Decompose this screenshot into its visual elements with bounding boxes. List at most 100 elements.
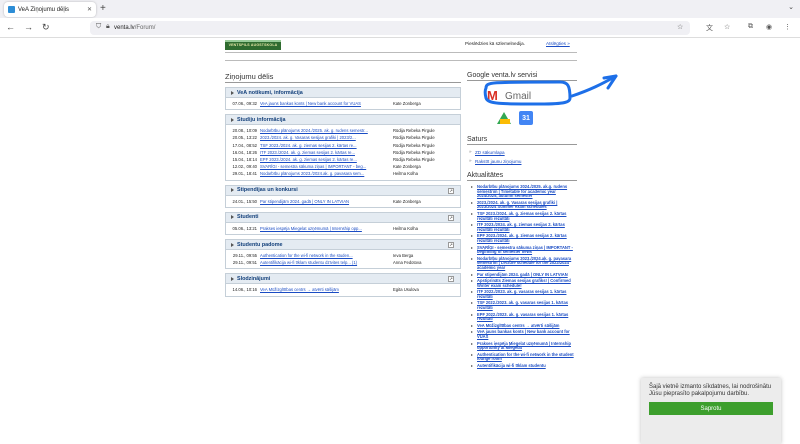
news-link[interactable]: TSF 2023./2024. ak. g. ziemas sesijas 2.… bbox=[467, 211, 577, 222]
tab-active[interactable]: VeA Ziņojumu dēļis ✕ bbox=[4, 2, 96, 17]
board-title: Ziņojumu dēlis bbox=[225, 72, 461, 83]
triangle-icon bbox=[231, 276, 234, 281]
post-title-link[interactable]: VeA jauns bankas konts | New bank accoun… bbox=[260, 101, 390, 106]
news-link[interactable]: Par stipendijām 2024. gadā | ONLY IN LAT… bbox=[467, 272, 577, 279]
news-link[interactable]: ITF 2023./2024. ak. g. ziemas sesijas 2.… bbox=[467, 222, 577, 233]
news-link[interactable]: SVARĪGI - semestra sākuma ziņas | IMPORT… bbox=[467, 245, 577, 256]
logout-link[interactable]: Atslēgties » bbox=[546, 41, 570, 46]
menu-icon[interactable]: ⋮ bbox=[784, 23, 791, 31]
news-link[interactable]: VeA Mūžizglītības centrs → atvērti sāšij… bbox=[467, 323, 577, 330]
post-author: Egita Usulova bbox=[393, 287, 419, 293]
news-link[interactable]: ITF 2022./2023. ak. g. vasaras sesijas 1… bbox=[467, 289, 577, 300]
table-row: 20.08., 10:09 Nodarbību plānojums 2024./2… bbox=[226, 127, 460, 134]
rss-icon[interactable]: ↗ bbox=[448, 242, 454, 249]
rss-icon[interactable]: ↗ bbox=[448, 276, 454, 283]
rss-icon[interactable]: ↗ bbox=[448, 187, 454, 194]
post-date: 20.05., 13:22 bbox=[232, 135, 257, 141]
post-date: 14.06., 10:16 bbox=[232, 287, 257, 293]
post-title-link[interactable]: Authentication for the wi-fi network in … bbox=[260, 253, 390, 258]
google-calendar-icon[interactable]: 31 bbox=[519, 111, 533, 125]
panel-heading-label: Slodzinājumi bbox=[237, 275, 271, 282]
reload-icon[interactable]: ↻ bbox=[42, 22, 50, 33]
post-date: 12.02., 09:40 bbox=[232, 164, 257, 170]
post-author: Heilīna Kolha bbox=[393, 225, 418, 231]
cookie-accept-button[interactable]: Saprotu bbox=[649, 402, 773, 415]
news-link[interactable]: Nodarbību plānojums 2023./2024.ak. g. pa… bbox=[467, 256, 577, 272]
news-link[interactable]: Authentication for the wi-fi network in … bbox=[467, 352, 577, 363]
url-host: venta.lv bbox=[114, 25, 135, 31]
post-title-link[interactable]: 2023./2024. ak. g. Vasaras sesijas grafi… bbox=[260, 135, 390, 140]
panel-heading-label: Studenti bbox=[237, 214, 259, 221]
post-title-link[interactable]: VeA Mūžizglītības centrs → atvērti sāšij… bbox=[260, 287, 390, 292]
table-row: 14.06., 10:16 VeA Mūžizglītības centrs → … bbox=[226, 286, 460, 293]
panel-body: 29.11., 09:55 Authentication for the wi-f… bbox=[226, 250, 460, 268]
star-icon[interactable]: ☆ bbox=[677, 23, 683, 31]
sidebar: Google venta.lv servisi Gmail 31 Saturs … bbox=[467, 72, 577, 370]
panel-body: 07.06., 09:32 VeA jauns bankas konts | Ne… bbox=[226, 98, 460, 109]
bookmark-icon[interactable]: ☆ bbox=[724, 23, 730, 31]
panel-heading[interactable]: Studenti ↗ bbox=[226, 212, 460, 223]
gmail-link[interactable]: Gmail bbox=[467, 84, 577, 108]
saturs-list: ZD sākumlapaRakstīt jaunu ziņojumu bbox=[467, 148, 577, 166]
panel-heading[interactable]: Slodzinājumi ↗ bbox=[226, 274, 460, 285]
news-link[interactable]: Autentifikācija wi-fi tīklam studentu bbox=[467, 363, 577, 370]
panel-heading[interactable]: Studiju informācija bbox=[226, 115, 460, 126]
post-title-link[interactable]: Nodarbību plānojums 2024./2025. ak. g. r… bbox=[260, 128, 390, 133]
post-title-link[interactable]: Nodarbību plānojums 2023./2024.ak. g. pa… bbox=[260, 171, 390, 176]
shield-icon[interactable]: ⛉ bbox=[96, 23, 101, 31]
translate-icon[interactable]: 文 bbox=[706, 23, 713, 33]
news-link[interactable]: VeA jauns bankas konts | New bank accoun… bbox=[467, 329, 577, 340]
extensions-icon[interactable]: ⧉ bbox=[748, 23, 753, 31]
post-title-link[interactable]: TSF 2023./2024. ak. g. ziemas sesijas 2.… bbox=[260, 143, 390, 148]
saturs-link[interactable]: Rakstīt jaunu ziņojumu bbox=[467, 157, 577, 166]
chevron-down-icon[interactable]: ⌄ bbox=[788, 3, 794, 11]
post-title-link[interactable]: Par stipendijām 2024. gadā | ONLY IN LAT… bbox=[260, 199, 390, 204]
cookie-message: Šajā vietnē izmanto sīkdatnes, lai nodro… bbox=[649, 384, 772, 397]
post-title-link[interactable]: EPF 2023./2024. ak. g. ziemas sesijas 2.… bbox=[260, 157, 390, 162]
news-link[interactable]: EPF 2022./2023. ak. g. vasaras sesijas 1… bbox=[467, 312, 577, 323]
triangle-icon bbox=[231, 117, 234, 122]
table-row: 24.01., 15:50 Par stipendijām 2024. gadā … bbox=[226, 198, 460, 205]
site-logo[interactable]: VENTSPILS AUGSTSKOLA bbox=[225, 40, 281, 50]
panel-heading[interactable]: Studentu padome ↗ bbox=[226, 240, 460, 251]
panel-heading-label: Studiju informācija bbox=[237, 116, 286, 123]
news-link[interactable]: TSF 2022./2023. ak. g. vasaras sesijas 1… bbox=[467, 300, 577, 311]
plus-icon[interactable]: + bbox=[100, 3, 106, 14]
header-divider-2 bbox=[225, 60, 577, 61]
forward-icon[interactable]: → bbox=[24, 22, 33, 32]
google-drive-icon[interactable] bbox=[497, 112, 511, 124]
panel-body: 14.06., 10:16 VeA Mūžizglītības centrs → … bbox=[226, 284, 460, 295]
close-icon[interactable]: ✕ bbox=[87, 6, 92, 13]
table-row: 29.01., 18:41 Nodarbību plānojums 2023./2… bbox=[226, 170, 460, 177]
post-date: 16.04., 18:26 bbox=[232, 149, 257, 155]
panel-heading-label: Stipendijas un konkursi bbox=[237, 187, 298, 194]
url-bar[interactable]: venta.lv/Forum/ bbox=[90, 21, 690, 35]
panel-body: 24.01., 15:50 Par stipendijām 2024. gadā … bbox=[226, 196, 460, 207]
panel-heading[interactable]: Stipendijas un konkursi ↗ bbox=[226, 185, 460, 196]
news-link[interactable]: Nodarbību plānojums 2024./2025. ak.g. ru… bbox=[467, 184, 577, 200]
lock-icon[interactable]: 🔒︎ bbox=[106, 23, 110, 31]
post-date: 15.04., 18:14 bbox=[232, 157, 257, 163]
news-link[interactable]: Prakses iespēja Miegelat uzņēmumā | Inte… bbox=[467, 341, 577, 352]
table-row: 29.11., 09:51 Autentifikācija wi-fi tīkla… bbox=[226, 259, 460, 266]
post-title-link[interactable]: SVARĪGI - semestra sākuma ziņas | IMPORT… bbox=[260, 164, 390, 169]
google-services-title: Google venta.lv servisi bbox=[467, 72, 577, 81]
post-title-link[interactable]: ITF 2023./2024. ak. g. ziemas sesijas 2.… bbox=[260, 150, 390, 155]
page-content: VENTSPILS AUGSTSKOLA Pieslēdzies kā s2le… bbox=[0, 38, 800, 444]
profile-icon[interactable]: ◉ bbox=[766, 23, 772, 31]
news-link[interactable]: Apstiprināts Ziemas sesijas grafiks! | C… bbox=[467, 278, 577, 289]
site-header: VENTSPILS AUGSTSKOLA Pieslēdzies kā s2le… bbox=[225, 38, 577, 52]
panel-heading[interactable]: VeA notikumi, informācija bbox=[226, 88, 460, 98]
triangle-icon bbox=[231, 242, 234, 247]
post-title-link[interactable]: Prakses iespēja Miegelat uzņēmumā | Inte… bbox=[260, 226, 390, 231]
news-link[interactable]: EPF 2023./2024. ak. g. ziemas sesijas 2.… bbox=[467, 233, 577, 244]
post-date: 07.06., 09:32 bbox=[232, 101, 257, 106]
rss-icon[interactable]: ↗ bbox=[448, 214, 454, 221]
back-icon[interactable]: ← bbox=[6, 22, 15, 32]
news-link[interactable]: 2023./2024. ak. g. Vasaras sesijas grafi… bbox=[467, 200, 577, 211]
table-row: 20.05., 13:22 2023./2024. ak. g. Vasaras … bbox=[226, 134, 460, 141]
panel-body: 05.06., 13:21 Prakses iespēja Miegelat uz… bbox=[226, 223, 460, 234]
saturs-link[interactable]: ZD sākumlapa bbox=[467, 148, 577, 157]
post-author: Rūdija Rebeka Pirgule bbox=[393, 128, 435, 134]
post-title-link[interactable]: Autentifikācija wi-fi tīklam studentu dz… bbox=[260, 260, 390, 265]
